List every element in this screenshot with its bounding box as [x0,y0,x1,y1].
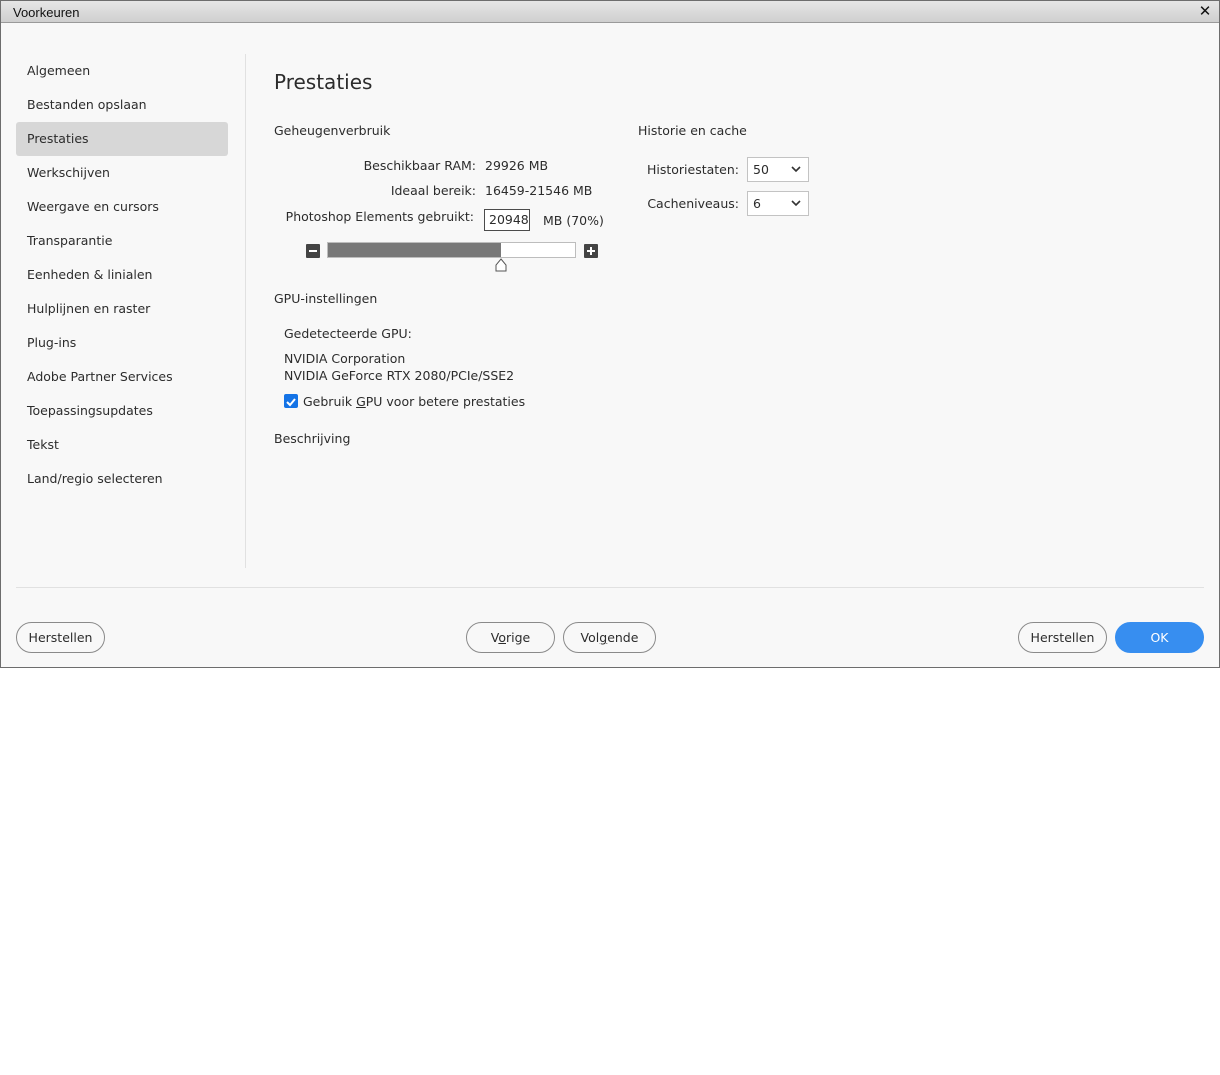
available-ram-label: Beschikbaar RAM: [363,158,476,173]
history-cache-heading: Historie en cache [638,123,747,138]
sidebar-item-transparantie[interactable]: Transparantie [16,224,228,258]
sidebar-item-werkschijven[interactable]: Werkschijven [16,156,228,190]
sidebar-item-hulplijnen-raster[interactable]: Hulplijnen en raster [16,292,228,326]
minus-icon [309,250,317,252]
ideal-range-label: Ideaal bereik: [390,183,476,198]
use-gpu-checkbox[interactable] [284,394,298,408]
reset-button-left[interactable]: Herstellen [16,622,105,653]
next-button[interactable]: Volgende [563,622,656,653]
window-title: Voorkeuren [13,5,80,20]
close-icon[interactable]: ✕ [1197,3,1213,19]
sidebar-item-prestaties[interactable]: Prestaties [16,122,228,156]
memory-used-label: Photoshop Elements gebruikt: [285,209,474,224]
sidebar-item-adobe-partner-services[interactable]: Adobe Partner Services [16,360,228,394]
increase-memory-button[interactable] [584,244,598,258]
history-states-select[interactable]: 50 [747,157,809,182]
use-gpu-label-post: PU voor betere prestaties [365,394,526,409]
ok-button[interactable]: OK [1115,622,1204,653]
reset-button-right[interactable]: Herstellen [1018,622,1107,653]
history-states-value: 50 [753,162,769,177]
memory-used-unit: MB (70%) [543,213,604,228]
sidebar-item-algemeen[interactable]: Algemeen [16,54,228,88]
sidebar-item-toepassingsupdates[interactable]: Toepassingsupdates [16,394,228,428]
footer-divider [16,587,1204,588]
sidebar: Algemeen Bestanden opslaan Prestaties We… [16,54,228,496]
description-heading: Beschrijving [274,431,351,446]
previous-label-accel: o [498,630,506,645]
gpu-settings-heading: GPU-instellingen [274,291,378,306]
title-bar: Voorkeuren ✕ [1,1,1219,23]
sidebar-item-plug-ins[interactable]: Plug-ins [16,326,228,360]
history-states-label: Historiestaten: [646,162,739,177]
sidebar-item-tekst[interactable]: Tekst [16,428,228,462]
next-label-pre: Vol [580,630,600,645]
previous-button[interactable]: Vorige [466,622,555,653]
gpu-vendor: NVIDIA Corporation [284,351,406,366]
cache-levels-select[interactable]: 6 [747,191,809,216]
previous-label-post: rige [506,630,531,645]
chevron-down-icon [791,166,801,173]
ideal-range-value: 16459-21546 MB [485,183,593,198]
plus-icon [587,247,595,255]
sidebar-item-land-regio[interactable]: Land/regio selecteren [16,462,228,496]
memory-heading: Geheugenverbruik [274,123,391,138]
next-label-accel: g [599,630,608,645]
cache-levels-label: Cacheniveaus: [647,196,739,211]
gpu-model: NVIDIA GeForce RTX 2080/PCIe/SSE2 [284,368,515,383]
sidebar-item-eenheden-linialen[interactable]: Eenheden & linialen [16,258,228,292]
sidebar-divider [245,54,246,568]
memory-slider-fill [328,243,501,257]
memory-slider[interactable] [327,242,576,258]
memory-used-input[interactable]: 20948 [484,209,530,231]
chevron-down-icon [791,200,801,207]
available-ram-value: 29926 MB [485,158,549,173]
use-gpu-label-accel: G [356,394,366,409]
detected-gpu-label: Gedetecteerde GPU: [284,326,412,341]
sidebar-item-bestanden-opslaan[interactable]: Bestanden opslaan [16,88,228,122]
slider-thumb-icon[interactable] [495,258,507,272]
decrease-memory-button[interactable] [306,244,320,258]
cache-levels-value: 6 [753,196,761,211]
preferences-dialog: Voorkeuren ✕ Algemeen Bestanden opslaan … [0,0,1220,668]
page-title: Prestaties [274,70,373,94]
sidebar-item-weergave-en-cursors[interactable]: Weergave en cursors [16,190,228,224]
use-gpu-label[interactable]: Gebruik GPU voor betere prestaties [303,394,525,409]
checkmark-icon [286,398,296,407]
use-gpu-label-pre: Gebruik [303,394,357,409]
next-label-post: ende [607,630,639,645]
